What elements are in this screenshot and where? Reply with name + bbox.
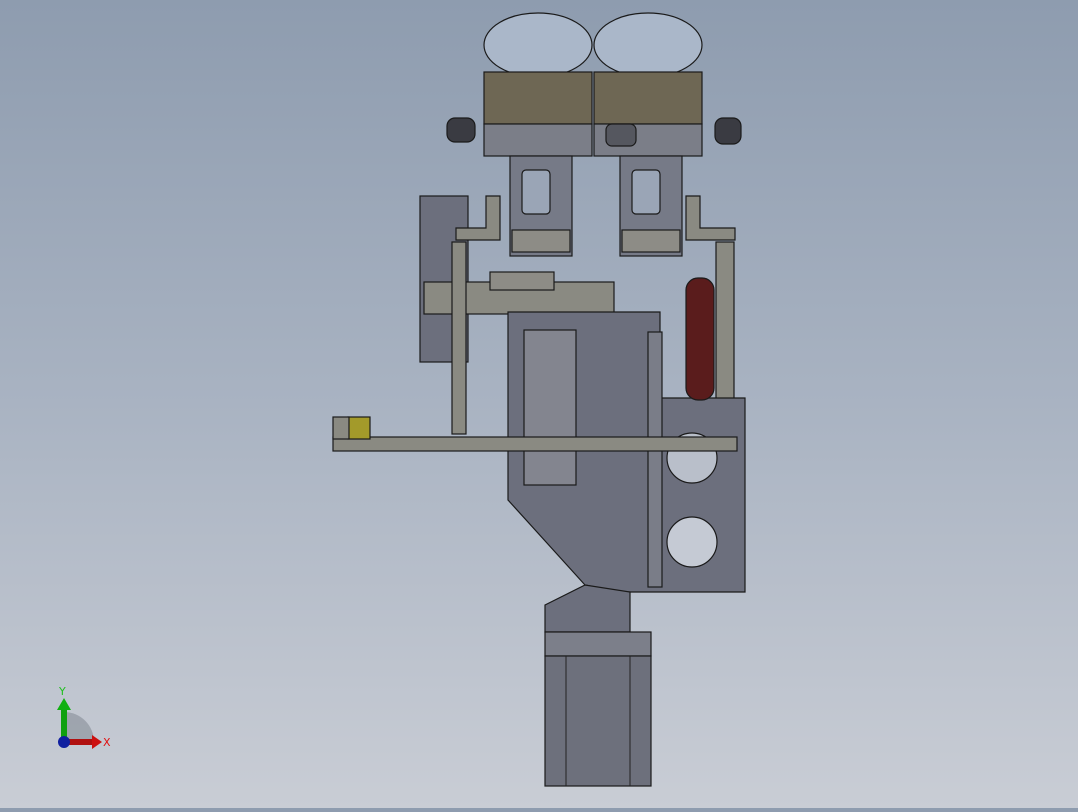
plate-hole: [666, 516, 718, 568]
cad-viewport[interactable]: Y X: [0, 0, 1078, 808]
suction-cup-left[interactable]: [483, 12, 593, 157]
motor-mount: [544, 584, 631, 633]
drive-belt: [685, 277, 715, 401]
sensor-block: [347, 416, 371, 440]
assembly-model[interactable]: Y X: [0, 0, 1078, 808]
horizontal-arm: [332, 436, 738, 452]
slider-block: [523, 329, 577, 486]
x-axis-label: X: [103, 736, 111, 749]
y-axis-label: Y: [58, 685, 66, 698]
frame-column-left: [451, 241, 467, 435]
axis-triad: Y X: [57, 685, 111, 749]
stepper-motor: [544, 655, 652, 787]
z-axis-origin: [58, 736, 70, 748]
